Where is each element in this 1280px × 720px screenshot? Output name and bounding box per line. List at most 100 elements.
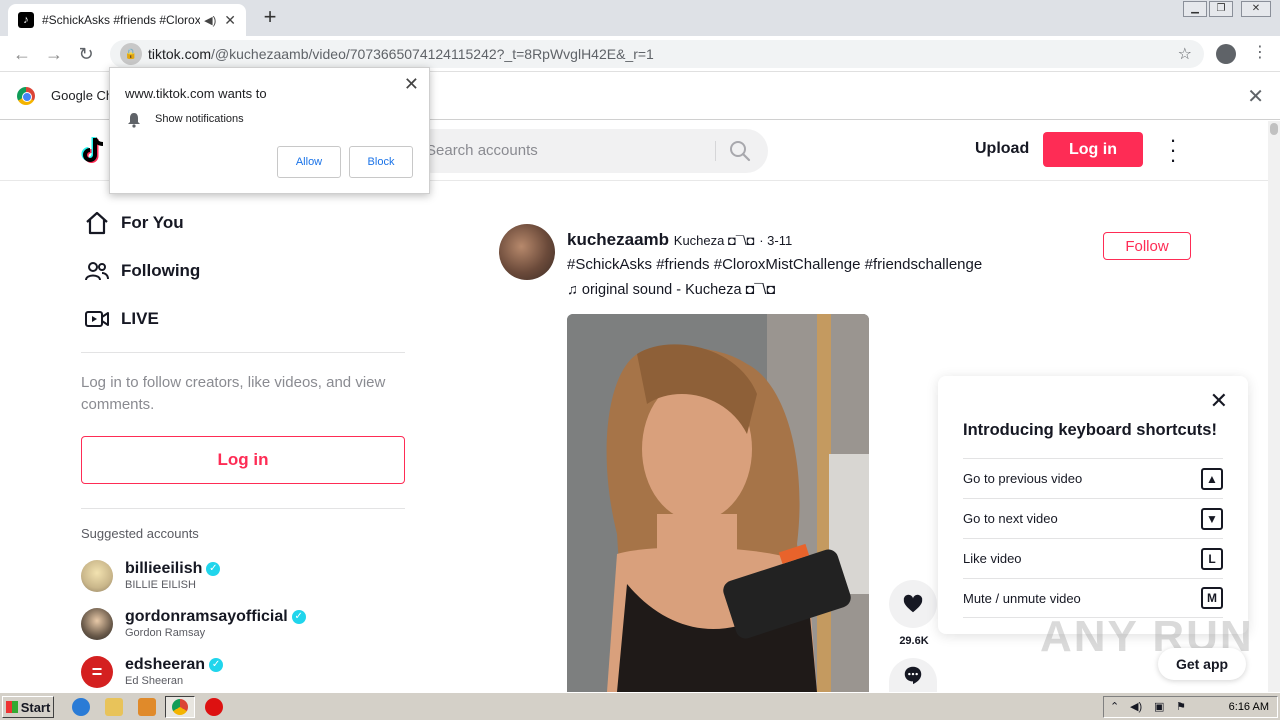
tiktok-logo-icon[interactable]: [80, 135, 108, 165]
account-display-name: Gordon Ramsay: [125, 627, 206, 639]
post-author[interactable]: kuchezaamb Kucheza ◘¯\◘ · 3-11: [567, 230, 792, 250]
home-icon: [86, 211, 108, 235]
clock: 6:16 AM: [1228, 701, 1269, 713]
users-icon: [85, 262, 109, 281]
account-username[interactable]: billieeilish ✓: [125, 560, 221, 578]
sidebar-item-label: Following: [121, 261, 201, 280]
notification-permission-popup: www.tiktok.com wants to ✕ Show notificat…: [109, 67, 430, 194]
avatar[interactable]: [81, 608, 113, 640]
sidebar-item-label: LIVE: [121, 309, 159, 328]
post-date: · 3-11: [759, 233, 793, 248]
m-key-icon: M: [1201, 587, 1223, 609]
chrome-taskbar-button[interactable]: [165, 696, 195, 718]
chrome-icon: [172, 699, 188, 715]
network-icon[interactable]: ▣: [1154, 700, 1164, 713]
restore-button[interactable]: ❐: [1209, 1, 1233, 17]
browser-tab[interactable]: ♪ #SchickAsks #friends #CloroxM ◀) ✕: [8, 4, 246, 36]
shortcut-row: Go to next video ▼: [963, 498, 1223, 538]
like-count: 29.6K: [899, 635, 929, 647]
post-caption[interactable]: #SchickAsks #friends #CloroxMistChalleng…: [567, 256, 982, 273]
page-scrollbar[interactable]: [1268, 121, 1280, 692]
follow-button[interactable]: Follow: [1103, 232, 1191, 260]
shortcut-label: Mute / unmute video: [963, 590, 1081, 606]
avatar[interactable]: [81, 560, 113, 592]
windows-logo-icon: [5, 701, 18, 713]
get-app-button[interactable]: Get app: [1158, 648, 1246, 680]
live-icon: [85, 311, 109, 327]
allow-button[interactable]: Allow: [277, 146, 341, 178]
header-login-button[interactable]: Log in: [1043, 132, 1143, 167]
audio-playing-icon[interactable]: ◀): [204, 14, 216, 27]
tab-title: #SchickAsks #friends #CloroxM: [42, 13, 201, 27]
shortcut-row: Like video L: [963, 538, 1223, 578]
sidebar-divider: [81, 508, 405, 509]
tab-close-icon[interactable]: ✕: [224, 12, 236, 29]
avatar[interactable]: =: [81, 656, 113, 688]
like-button[interactable]: [889, 580, 937, 628]
infobar-close-icon[interactable]: ✕: [1247, 84, 1264, 109]
tiktok-favicon-icon: ♪: [18, 12, 34, 28]
post-music[interactable]: ♫ original sound - Kucheza ◘¯\◘: [567, 282, 775, 298]
verified-badge-icon: ✓: [291, 610, 306, 624]
lock-icon[interactable]: 🔒: [120, 43, 142, 65]
permission-item: Show notifications: [155, 113, 244, 125]
profile-avatar-icon[interactable]: [1216, 44, 1236, 64]
reload-button[interactable]: ↻: [74, 42, 98, 66]
search-icon[interactable]: [728, 139, 752, 163]
account-username[interactable]: edsheeran ✓: [125, 656, 224, 674]
volume-icon[interactable]: ◀): [1130, 700, 1142, 713]
infobar-text: Google Ch: [51, 88, 114, 103]
sidebar-login-button[interactable]: Log in: [81, 436, 405, 484]
post-nickname: Kucheza ◘¯\◘: [673, 233, 755, 248]
sidebar-item-live[interactable]: LIVE: [84, 305, 159, 333]
stop-icon[interactable]: [205, 698, 223, 716]
back-button[interactable]: ←: [10, 42, 34, 66]
sidebar-item-following[interactable]: Following: [84, 257, 200, 285]
browser-menu-icon[interactable]: ⋮: [1252, 42, 1268, 62]
sidebar-item-for-you[interactable]: For You: [84, 209, 184, 237]
security-icon[interactable]: ⚑: [1176, 700, 1186, 713]
search-input[interactable]: Search accounts: [426, 142, 538, 159]
tray-arrow-icon[interactable]: ⌃: [1110, 700, 1119, 713]
new-tab-button[interactable]: +: [258, 6, 282, 30]
sidebar-login-prompt: Log in to follow creators, like videos, …: [81, 374, 386, 413]
account-username[interactable]: gordonramsayofficial ✓: [125, 608, 306, 626]
heart-icon: [903, 594, 923, 613]
search-box[interactable]: Search accounts: [410, 129, 768, 173]
comment-button[interactable]: [889, 658, 937, 692]
shortcuts-title: Introducing keyboard shortcuts!: [963, 421, 1217, 439]
chrome-logo-icon: [17, 87, 35, 105]
post-username[interactable]: kuchezaamb: [567, 230, 669, 249]
music-note-icon: ♫: [567, 282, 582, 298]
permission-close-icon[interactable]: ✕: [404, 74, 419, 95]
block-button[interactable]: Block: [349, 146, 413, 178]
permission-title: www.tiktok.com wants to: [125, 86, 267, 101]
more-options-icon[interactable]: · · ·: [1168, 129, 1178, 171]
shortcut-label: Go to previous video: [963, 471, 1083, 486]
window-close-button[interactable]: ✕: [1241, 1, 1271, 17]
l-key-icon: L: [1201, 547, 1223, 570]
ie-icon[interactable]: [72, 698, 90, 716]
folder-icon[interactable]: [105, 698, 123, 716]
shortcuts-close-icon[interactable]: ✕: [1210, 388, 1228, 414]
scrollbar-thumb[interactable]: [1270, 123, 1278, 135]
forward-button[interactable]: →: [42, 42, 66, 66]
address-bar[interactable]: 🔒 tiktok.com/@kuchezaamb/video/707366507…: [110, 40, 1204, 68]
media-player-icon[interactable]: [138, 698, 156, 716]
sidebar-item-label: For You: [121, 213, 184, 232]
start-button[interactable]: Start: [2, 696, 54, 718]
keyboard-shortcuts-panel: ✕ Introducing keyboard shortcuts! Go to …: [938, 376, 1248, 634]
video-frame: [567, 314, 869, 692]
windows-taskbar: Start ⌃ ◀) ▣ ⚑ 6:16 AM: [0, 692, 1280, 720]
comment-icon: [904, 666, 922, 685]
bookmark-star-icon[interactable]: ☆: [1178, 44, 1192, 64]
browser-tab-strip: ♪ #SchickAsks #friends #CloroxM ◀) ✕ + ▁…: [0, 0, 1280, 36]
system-tray: ⌃ ◀) ▣ ⚑ 6:16 AM: [1103, 696, 1278, 718]
video-player[interactable]: [567, 314, 869, 692]
url-text: tiktok.com/@kuchezaamb/video/70736650741…: [148, 46, 654, 62]
search-divider: [715, 141, 716, 161]
upload-link[interactable]: Upload: [975, 140, 1029, 158]
post-author-avatar[interactable]: [499, 224, 555, 280]
minimize-button[interactable]: ▁: [1183, 1, 1207, 17]
shortcut-label: Like video: [963, 551, 1022, 566]
